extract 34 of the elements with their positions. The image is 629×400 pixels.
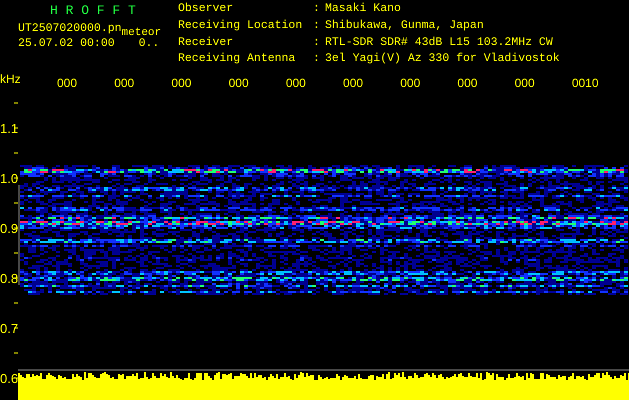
time-label: 000 — [57, 76, 78, 90]
frequency-label: 1.1 — [0, 121, 18, 136]
time-label: 000 — [171, 76, 192, 90]
info-label: Receiving Antenna — [178, 53, 296, 68]
info-value: RTL-SDR SDR# 43dB L15 103.2MHz CW — [325, 36, 554, 50]
info-label: Observer — [178, 3, 234, 17]
mode-label: meteor — [122, 27, 162, 39]
info-label: Receiver — [178, 36, 234, 50]
time-label: 000 — [400, 76, 422, 90]
app-title: H R O F F T — [49, 3, 137, 20]
info-label: Receiving Location — [178, 20, 304, 34]
file-name: UT2507020000.pn — [18, 22, 122, 35]
time-label: 000 — [286, 76, 307, 90]
frequency-label: 0.9 — [0, 221, 18, 236]
time-label: 000 — [514, 76, 536, 90]
time-label: 000 — [457, 76, 478, 90]
time-label: 000 — [343, 76, 364, 90]
time-label: 000 — [114, 76, 136, 90]
info-value: Shibukawa, Gunma, Japan — [325, 20, 485, 34]
counter-label: 0.. — [138, 37, 160, 50]
info-separator: : — [313, 3, 321, 17]
frequency-label: 0.6 — [0, 371, 18, 386]
time-label: 0010 — [572, 76, 600, 90]
frequency-label: 0.7 — [0, 321, 18, 336]
time-label: 000 — [228, 76, 250, 90]
info-value: 3el Yagi(V) Az 330 for Vladivostok — [325, 53, 560, 68]
frequency-label: 0.8 — [0, 271, 18, 286]
timestamp: 25.07.02 00:00 — [18, 37, 115, 50]
info-separator: : — [313, 36, 321, 50]
info-value: Masaki Kano — [325, 3, 402, 17]
info-separator: : — [313, 53, 321, 68]
info-separator: : — [313, 20, 321, 34]
unit-label: kHz — [0, 72, 21, 86]
frequency-label: 1.0 — [0, 171, 18, 186]
